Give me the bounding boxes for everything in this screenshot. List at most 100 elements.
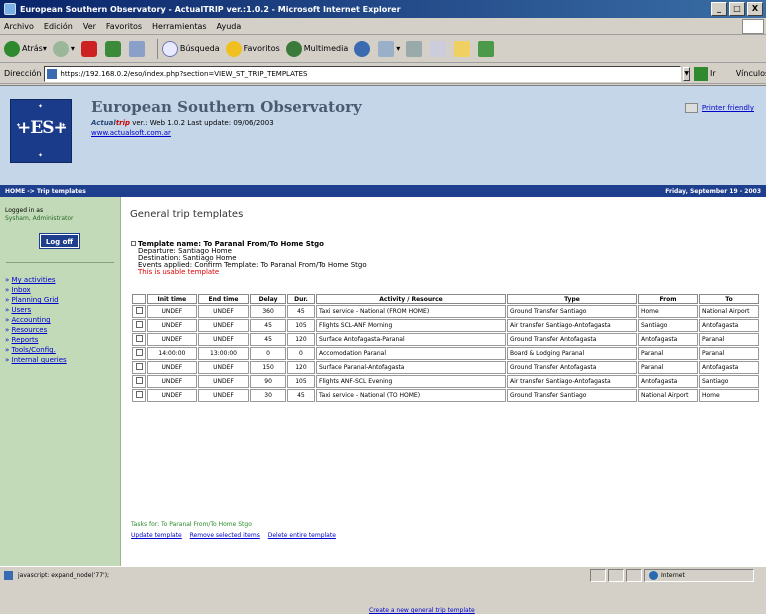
update-template-link[interactable]: Update template	[131, 532, 182, 539]
sidebar-item-internal-queries[interactable]: » Internal queries	[5, 355, 67, 365]
print-button[interactable]	[406, 40, 424, 57]
address-input[interactable]	[60, 69, 681, 78]
status-pane	[608, 569, 624, 582]
status-pane	[626, 569, 642, 582]
search-button[interactable]: Búsqueda	[161, 40, 220, 57]
cell-to: Antofagasta	[699, 319, 759, 332]
logoff-button[interactable]: Log off	[39, 233, 80, 249]
cell-activity: Taxi service - National (FROM HOME)	[316, 305, 506, 318]
col-init-time: Init time	[147, 294, 197, 304]
close-button[interactable]: X	[747, 2, 763, 16]
printer-icon	[406, 40, 423, 57]
version-info: Actualtrip ver.: Web 1.0.2 Last update: …	[91, 119, 274, 127]
logged-in-user: Sysham, Administrator	[5, 215, 74, 222]
browser-toolbar: Atrás ▾ ▾ Búsqueda Favoritos Multimedia …	[0, 35, 766, 63]
sidebar-item-planning-grid[interactable]: » Planning Grid	[5, 295, 67, 305]
forward-arrow-icon	[52, 40, 69, 57]
folder-icon	[454, 40, 471, 57]
refresh-button[interactable]	[104, 40, 123, 57]
sidebar-item-tools-config[interactable]: » Tools/Config.	[5, 345, 67, 355]
printer-friendly-link[interactable]: Printer friendly	[702, 104, 754, 112]
cell-type: Ground Transfer Antofagasta	[507, 333, 637, 346]
expand-icon[interactable]	[131, 241, 136, 246]
star-icon	[225, 40, 242, 57]
minimize-button[interactable]: _	[711, 2, 727, 16]
globe-icon	[649, 571, 658, 580]
menu-ayuda[interactable]: Ayuda	[217, 22, 242, 31]
row-checkbox[interactable]	[135, 307, 143, 314]
cell-end-time: UNDEF	[197, 305, 250, 318]
edit-button[interactable]	[430, 40, 448, 57]
cell-delay: 30	[250, 389, 286, 402]
row-checkbox[interactable]	[135, 349, 143, 356]
page-title: General trip templates	[130, 209, 244, 220]
cell-type: Ground Transfer Santiago	[507, 305, 637, 318]
col-delay: Delay	[250, 294, 286, 304]
create-template-link[interactable]: Create a new general trip template	[369, 607, 475, 614]
links-toolbar[interactable]: Vínculos	[736, 69, 766, 78]
cell-duration: 0	[286, 347, 315, 360]
cell-type: Board & Lodging Paranal	[507, 347, 637, 360]
row-checkbox[interactable]	[135, 391, 143, 398]
stop-button[interactable]	[80, 40, 99, 57]
sidebar-item-my-activities[interactable]: » My activities	[5, 275, 67, 285]
sidebar-item-resources[interactable]: » Resources	[5, 325, 67, 335]
maximize-button[interactable]: □	[729, 2, 745, 16]
row-checkbox[interactable]	[135, 363, 143, 370]
table-header-row: Init time End time Delay Dur. Activity /…	[132, 294, 759, 304]
menu-archivo[interactable]: Archivo	[4, 22, 34, 31]
sidebar-item-inbox[interactable]: » Inbox	[5, 285, 67, 295]
row-checkbox[interactable]	[135, 377, 143, 384]
sidebar-menu: » My activities » Inbox » Planning Grid …	[5, 275, 67, 365]
search-icon	[161, 40, 178, 57]
logged-in-label: Logged in as	[5, 207, 44, 214]
cell-from: National Airport	[638, 389, 698, 402]
sidebar-item-accounting[interactable]: » Accounting	[5, 315, 67, 325]
web-page: ✦ ✦ ✦ ✦ +ES+ European Southern Observato…	[0, 85, 766, 614]
cell-activity: Surface Antofagasta-Paranal	[316, 333, 506, 346]
remove-selected-items-link[interactable]: Remove selected items	[190, 532, 260, 539]
back-button[interactable]: Atrás ▾	[4, 40, 47, 57]
actualsoft-link[interactable]: www.actualsoft.com.ar	[91, 129, 171, 137]
address-field[interactable]	[44, 65, 682, 82]
favorites-button[interactable]: Favoritos	[225, 40, 280, 57]
cell-duration: 120	[286, 333, 315, 346]
menu-bar: Archivo Edición Ver Favoritos Herramient…	[0, 18, 766, 35]
home-button[interactable]	[128, 40, 147, 57]
login-info: Logged in as Sysham, Administrator	[5, 207, 74, 223]
table-row: UNDEF UNDEF 45 120 Surface Antofagasta-P…	[132, 333, 759, 346]
cell-end-time: UNDEF	[197, 375, 250, 388]
windows-logo-icon	[742, 19, 764, 34]
folder-button[interactable]	[454, 40, 472, 57]
address-bar: Dirección ▼ Ir Vínculos	[0, 64, 766, 84]
sidebar-item-reports[interactable]: » Reports	[5, 335, 67, 345]
cell-activity: Taxi service - National (TO HOME)	[316, 389, 506, 402]
media-button[interactable]: Multimedia	[285, 40, 348, 57]
breadcrumb[interactable]: HOME -> Trip templates	[5, 188, 86, 195]
cell-to: Home	[699, 389, 759, 402]
forward-button[interactable]: ▾	[52, 40, 75, 57]
table-row: UNDEF UNDEF 150 120 Surface Paranal-Anto…	[132, 361, 759, 374]
go-button[interactable]: Ir	[694, 66, 716, 81]
col-to: To	[699, 294, 759, 304]
row-checkbox[interactable]	[135, 335, 143, 342]
table-row: UNDEF UNDEF 30 45 Taxi service - Nationa…	[132, 389, 759, 402]
cell-from: Santiago	[638, 319, 698, 332]
cell-init-time: UNDEF	[147, 305, 197, 318]
cell-init-time: UNDEF	[147, 319, 197, 332]
menu-favoritos[interactable]: Favoritos	[106, 22, 142, 31]
menu-herramientas[interactable]: Herramientas	[152, 22, 207, 31]
main-content: General trip templates Template name: To…	[121, 197, 766, 614]
history-button[interactable]	[354, 40, 372, 57]
delete-template-link[interactable]: Delete entire template	[268, 532, 336, 539]
tasks-link[interactable]: Tasks for: To Paranal From/To Home Stgo	[131, 521, 252, 528]
address-dropdown-button[interactable]: ▼	[683, 66, 691, 81]
mail-button[interactable]: ▾	[378, 40, 400, 57]
menu-edicion[interactable]: Edición	[44, 22, 73, 31]
row-checkbox[interactable]	[135, 321, 143, 328]
sidebar-item-users[interactable]: » Users	[5, 305, 67, 315]
sidebar-divider	[6, 262, 114, 263]
messenger-button[interactable]	[478, 40, 496, 57]
menu-ver[interactable]: Ver	[83, 22, 96, 31]
refresh-icon	[104, 40, 121, 57]
